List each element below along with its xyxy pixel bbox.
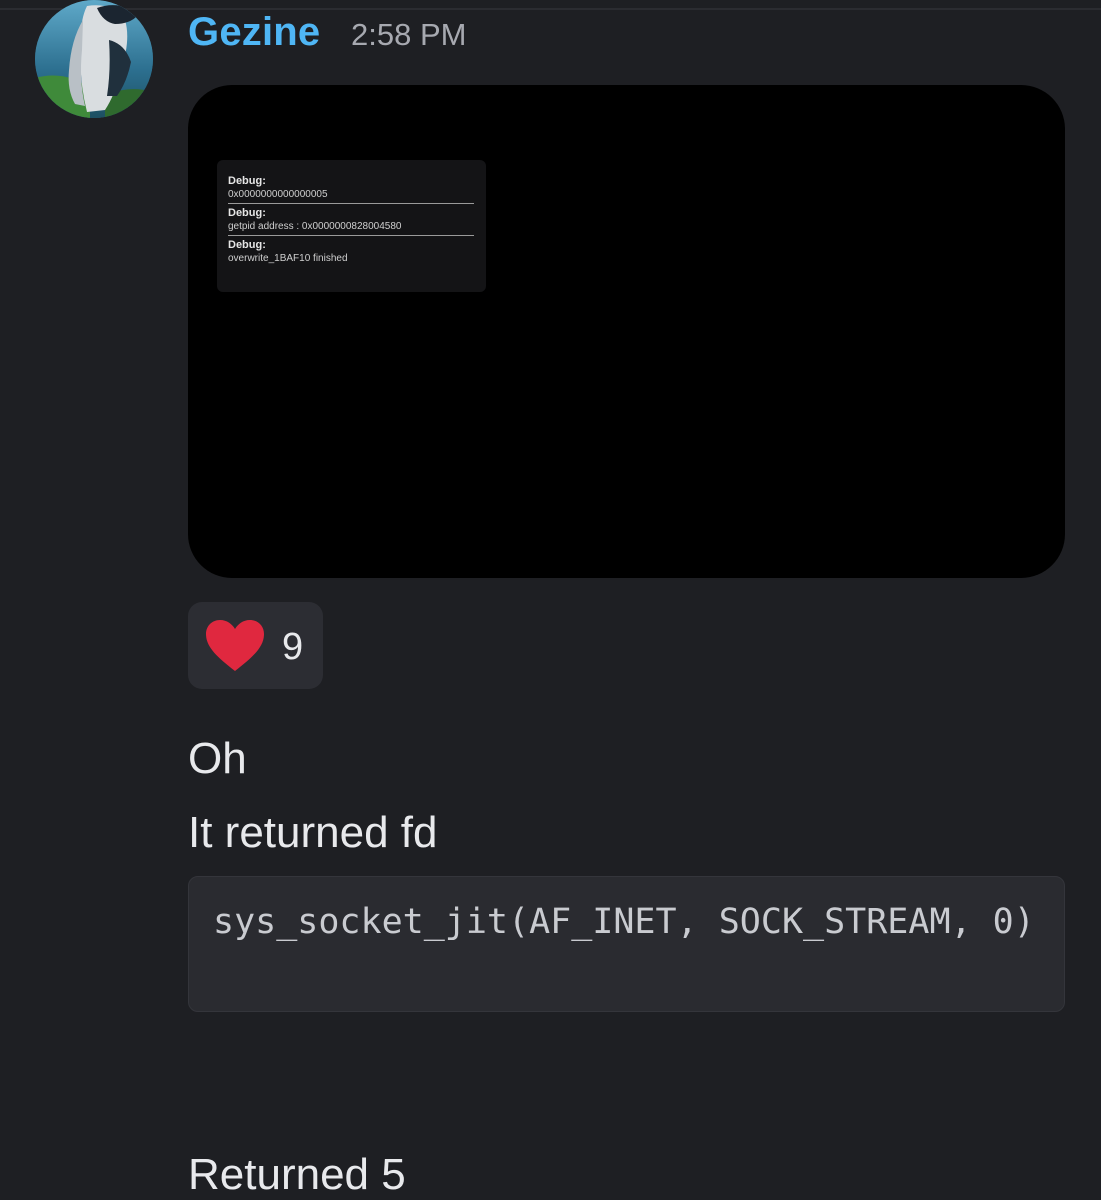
debug-entry: Debug: 0x0000000000000005 [228, 174, 474, 202]
debug-value: overwrite_1BAF10 finished [228, 253, 348, 264]
debug-value: 0x0000000000000005 [228, 189, 328, 200]
code-block: sys_socket_jit(AF_INET, SOCK_STREAM, 0) [188, 876, 1065, 1012]
avatar-image [35, 0, 153, 118]
debug-entry: Debug: overwrite_1BAF10 finished [228, 238, 474, 266]
debug-divider [228, 235, 474, 236]
debug-entry: Debug: getpid address : 0x00000008280045… [228, 206, 474, 234]
debug-label: Debug: [228, 207, 266, 219]
avatar[interactable] [35, 0, 153, 118]
debug-label: Debug: [228, 175, 266, 187]
heart-icon [206, 620, 264, 671]
top-divider [0, 8, 1101, 10]
message-line: Returned 5 [188, 1150, 406, 1199]
message-timestamp: 2:58 PM [351, 17, 467, 52]
message-line: Oh [188, 734, 247, 783]
debug-value: getpid address : 0x0000000828004580 [228, 221, 402, 232]
reaction-count: 9 [282, 626, 304, 668]
debug-divider [228, 203, 474, 204]
heart-reaction-button[interactable]: 9 [188, 602, 323, 689]
message-line: It returned fd [188, 808, 438, 857]
debug-log-panel: Debug: 0x0000000000000005 Debug: getpid … [217, 160, 486, 292]
author-name[interactable]: Gezine [188, 10, 320, 55]
debug-label: Debug: [228, 239, 266, 251]
image-attachment[interactable]: Debug: 0x0000000000000005 Debug: getpid … [188, 85, 1065, 578]
